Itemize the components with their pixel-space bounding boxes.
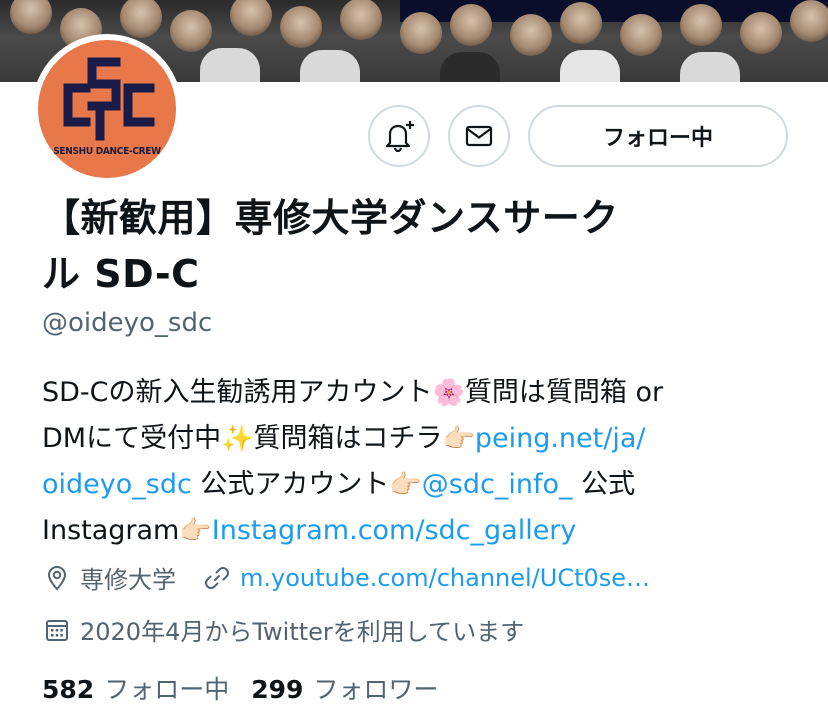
followers-label[interactable]: フォロワー — [313, 670, 438, 706]
joined-text: 2020年4月からTwitterを利用しています — [80, 618, 525, 646]
followers-count[interactable]: 299 — [251, 675, 303, 704]
display-name: 【新歓用】専修大学ダンスサーク ル SD-C — [42, 190, 742, 302]
joined-row: 2020年4月からTwitterを利用しています — [42, 612, 524, 647]
bell-plus-icon — [385, 121, 414, 153]
pointing-right-emoji: 👉🏻 — [442, 424, 475, 454]
bio-line-1: SD-Cの新入生勧誘用アカウント🌸質問は質問箱 or — [42, 370, 802, 416]
following-count[interactable]: 582 — [42, 675, 94, 704]
bio-text: 質問箱はコチラ — [253, 423, 443, 454]
bio-text: SD-Cの新入生勧誘用アカウント — [42, 377, 433, 408]
bio-text: 公式アカウント — [191, 469, 390, 500]
location-text: 専修大学 — [80, 566, 176, 594]
display-name-line-1: 【新歓用】専修大学ダンスサーク — [42, 196, 619, 240]
bio-link-peing[interactable]: peing.net/ja/ — [475, 423, 646, 454]
link-icon — [202, 563, 232, 593]
follow-stats: 582 フォロー中 299 フォロワー — [42, 670, 460, 706]
bio-line-3: oideyo_sdc 公式アカウント👉🏻@sdc_info_ 公式 — [42, 462, 802, 508]
profile-meta-row: 専修大学 m.youtube.com/channel/UCt0se… — [42, 560, 650, 595]
profile-bio: SD-Cの新入生勧誘用アカウント🌸質問は質問箱 or DMにて受付中✨質問箱はコ… — [42, 370, 802, 554]
profile-avatar[interactable]: SENSHU DANCE-CREW — [32, 34, 182, 184]
display-name-line-2: ル SD-C — [42, 252, 200, 296]
bio-link-instagram[interactable]: Instagram.com/sdc_gallery — [212, 515, 577, 546]
bio-text: 公式 — [572, 469, 636, 500]
following-button[interactable]: フォロー中 — [528, 105, 788, 167]
cherry-blossom-emoji: 🌸 — [432, 378, 465, 408]
following-label[interactable]: フォロー中 — [104, 670, 229, 706]
bio-text: Instagram — [42, 515, 180, 546]
user-handle: @oideyo_sdc — [42, 308, 213, 338]
bio-link-peing-cont[interactable]: oideyo_sdc — [42, 469, 192, 500]
bio-line-2: DMにて受付中✨質問箱はコチラ👉🏻peing.net/ja/ — [42, 416, 802, 462]
bio-line-4: Instagram👉🏻Instagram.com/sdc_gallery — [42, 508, 802, 554]
avatar-logo: SENSHU DANCE-CREW — [38, 40, 176, 178]
message-button[interactable] — [448, 105, 510, 167]
location-pin-icon — [42, 563, 72, 593]
bio-text: DMにて受付中 — [42, 423, 222, 454]
sparkles-emoji: ✨ — [221, 424, 254, 454]
bio-mention[interactable]: @sdc_info_ — [422, 469, 573, 500]
website-link[interactable]: m.youtube.com/channel/UCt0se… — [240, 564, 650, 592]
notifications-button[interactable] — [368, 105, 430, 167]
sdc-logo-icon — [63, 57, 155, 141]
bio-text: 質問は質問箱 or — [464, 377, 664, 408]
pointing-right-emoji: 👉🏻 — [179, 516, 212, 546]
pointing-right-emoji: 👉🏻 — [389, 470, 422, 500]
avatar-caption: SENSHU DANCE-CREW — [53, 146, 161, 157]
mail-icon — [465, 125, 493, 147]
calendar-icon — [42, 615, 72, 645]
